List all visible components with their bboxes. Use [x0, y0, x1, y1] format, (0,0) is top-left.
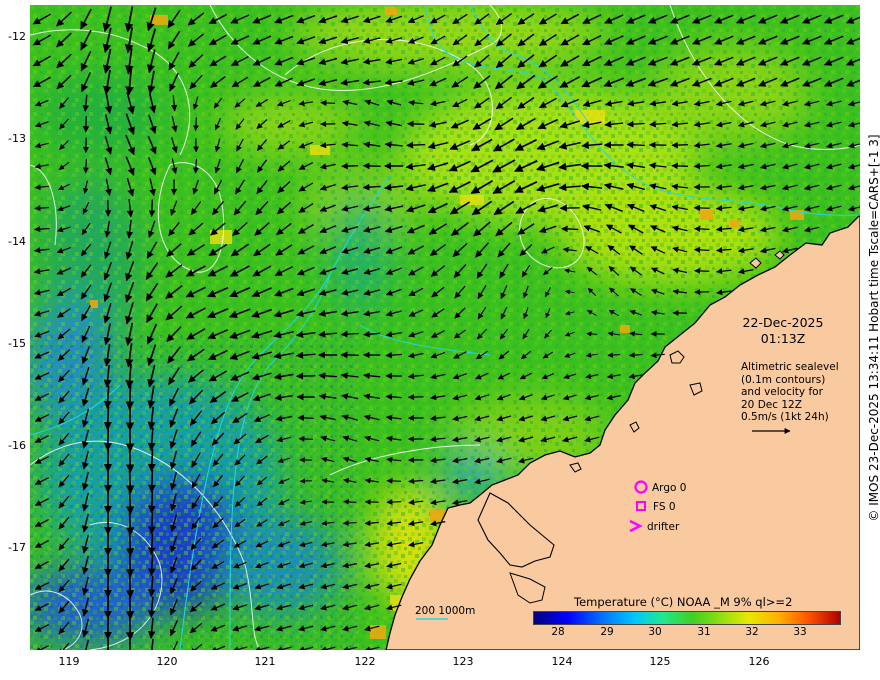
y-tick-label: -14 [8, 235, 26, 248]
x-tick-label: 121 [254, 655, 276, 668]
velocity-arrow [693, 246, 710, 253]
velocity-arrow [125, 574, 135, 599]
velocity-arrow [125, 532, 135, 557]
velocity-arrow [406, 141, 426, 149]
velocity-arrow [103, 427, 112, 452]
velocity-arrow [125, 553, 135, 578]
y-tick-label: -12 [8, 30, 26, 43]
velocity-arrow [299, 478, 312, 484]
velocity-arrow [125, 468, 135, 494]
velocity-arrow [297, 414, 314, 422]
velocity-arrow [407, 120, 425, 128]
velocity-arrow [561, 225, 579, 233]
velocity-arrow [125, 489, 135, 515]
velocity-arrow [362, 162, 381, 170]
velocity-arrow [295, 372, 316, 380]
colorbar [533, 611, 841, 625]
velocity-arrow [82, 116, 90, 133]
x-tick-label: 126 [748, 655, 770, 668]
velocity-arrow [693, 225, 710, 233]
depth-contours-label: 200 1000m [415, 605, 476, 617]
colorbar-tick: 28 [551, 626, 565, 638]
velocity-arrow [193, 117, 199, 132]
observation-time: 01:13Z [760, 331, 806, 346]
y-tick-label: -16 [8, 439, 26, 452]
x-tick-label: 119 [58, 655, 80, 668]
velocity-arrow [341, 162, 359, 170]
colorbar-title: Temperature (°C) NOAA _M 9% ql>=2 [574, 595, 793, 609]
colorbar-tick: 30 [648, 626, 662, 638]
velocity-arrow [386, 477, 402, 484]
colorbar-tick: 31 [697, 626, 711, 638]
observation-date: 22-Dec-2025 [742, 315, 824, 330]
velocity-arrow [386, 499, 402, 506]
velocity-arrow [298, 435, 313, 442]
velocity-arrow [125, 447, 135, 474]
y-tick-label: -13 [8, 132, 26, 145]
colorbar-tick: 29 [600, 626, 614, 638]
velocity-arrow [125, 595, 135, 620]
colorbar-tick: 33 [793, 626, 807, 638]
x-tick-label: 125 [649, 655, 671, 668]
fs-label: FS 0 [653, 501, 676, 513]
observation-datetime: 22-Dec-2025 01:13Z [728, 315, 838, 347]
velocity-arrow [671, 141, 689, 149]
velocity-arrow [342, 520, 357, 526]
velocity-arrow [626, 141, 645, 149]
credit-text: © IMOS 23-Dec-2025 13:34:11 Hobart time … [867, 134, 880, 522]
velocity-arrow [340, 351, 359, 359]
velocity-arrow [147, 491, 156, 514]
argo-label: Argo 0 [652, 482, 687, 494]
x-tick-label: 123 [452, 655, 474, 668]
velocity-arrow [407, 393, 424, 401]
velocity-arrow [103, 406, 112, 431]
velocity-arrow [125, 511, 135, 536]
velocity-arrow [125, 384, 135, 411]
velocity-arrow [320, 99, 336, 106]
x-tick-label: 124 [551, 655, 573, 668]
x-tick-label: 120 [156, 655, 178, 668]
y-tick-label: -15 [8, 337, 26, 350]
x-tick-label: 122 [354, 655, 376, 668]
velocity-arrow [148, 199, 156, 218]
velocity-arrow [147, 512, 156, 535]
velocity-arrow [82, 159, 89, 174]
velocity-arrow [671, 162, 689, 170]
velocity-arrow [147, 469, 156, 493]
colorbar-tick: 32 [745, 626, 759, 638]
altimetry-note: Altimetric sealevel (0.1m contours) and … [741, 361, 839, 423]
y-tick-label: -17 [8, 541, 26, 554]
drifter-label: drifter [647, 521, 680, 533]
